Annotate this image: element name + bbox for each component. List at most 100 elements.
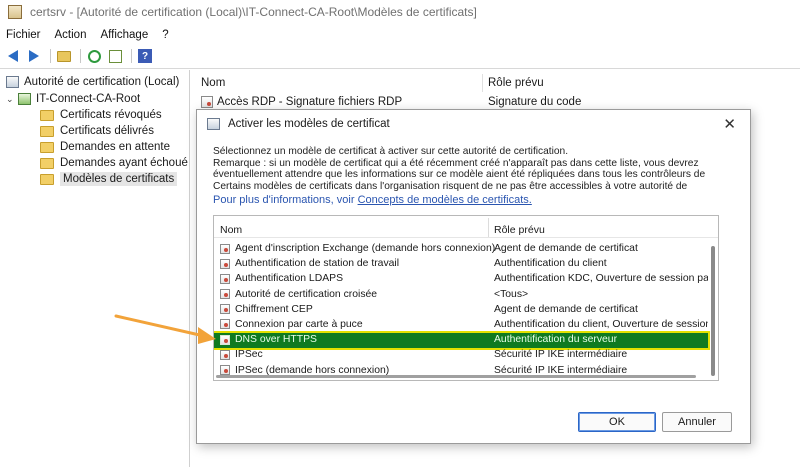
template-role: Authentification du client, Ouverture de… — [494, 318, 708, 330]
forward-button[interactable] — [25, 48, 43, 64]
template-row[interactable]: Autorité de certification croisée <Tous> — [214, 288, 708, 303]
template-name: Chiffrement CEP — [235, 303, 313, 315]
template-role: Sécurité IP IKE intermédiaire — [494, 364, 628, 376]
template-name-cell: IPSec — [220, 349, 263, 360]
menu-bar: Fichier Action Affichage ? — [0, 26, 183, 44]
certificate-template-icon — [220, 349, 230, 360]
more-info-prefix: Pour plus d'informations, voir — [213, 194, 358, 206]
template-row[interactable]: Chiffrement CEP Agent de demande de cert… — [214, 303, 708, 318]
template-row[interactable]: Agent d'inscription Exchange (demande ho… — [214, 242, 708, 257]
template-name: Agent d'inscription Exchange (demande ho… — [235, 243, 496, 254]
description-line: Certains modèles de certificats dans l'o… — [213, 180, 688, 192]
up-level-button[interactable] — [55, 48, 73, 64]
template-name-cell: DNS over HTTPS — [220, 334, 317, 345]
template-name-cell: Authentification LDAPS — [220, 273, 343, 284]
toolbar-separator — [50, 49, 51, 63]
template-name-cell: Connexion par carte à puce — [220, 319, 363, 330]
row-name: Accès RDP - Signature fichiers RDP — [217, 96, 403, 108]
template-row[interactable]: Authentification de station de travail A… — [214, 257, 708, 272]
annotation-arrow-icon — [114, 314, 216, 344]
tree-item-demandes-ayant-echoue[interactable]: Demandes ayant échoué — [40, 155, 188, 171]
enable-templates-dialog: Activer les modèles de certificat ✕ Séle… — [196, 109, 751, 444]
row-name-cell: Accès RDP - Signature fichiers RDP — [201, 96, 402, 108]
folder-up-icon — [57, 50, 71, 62]
template-row[interactable]: Authentification LDAPS Authentification … — [214, 272, 708, 287]
close-icon[interactable]: ✕ — [723, 115, 736, 133]
tree-root[interactable]: Autorité de certification (Local) — [6, 74, 179, 90]
template-role: Authentification KDC, Ouverture de sessi… — [494, 273, 708, 285]
dialog-title-bar[interactable]: Activer les modèles de certificat — [197, 110, 750, 138]
template-name: IPSec — [235, 349, 263, 361]
more-info-text: Pour plus d'informations, voir Concepts … — [213, 194, 532, 206]
folder-icon — [40, 157, 54, 169]
export-list-icon — [108, 49, 122, 63]
tree-item-certificats-revoques[interactable]: Certificats révoqués — [40, 107, 162, 123]
template-name-cell: Authentification de station de travail — [220, 258, 399, 269]
template-name: Autorité de certification croisée — [235, 288, 378, 300]
column-header-role[interactable]: Rôle prévu — [488, 77, 544, 89]
tree-item-label: Certificats révoqués — [60, 109, 162, 121]
tree-item-demandes-en-attente[interactable]: Demandes en attente — [40, 139, 170, 155]
template-list: Nom Rôle prévu Agent d'inscription Excha… — [213, 215, 719, 381]
template-row-selected[interactable]: DNS over HTTPS Authentification du serve… — [214, 331, 710, 351]
vertical-scrollbar[interactable] — [711, 246, 715, 376]
column-separator[interactable] — [488, 218, 489, 237]
certificate-authority-icon — [207, 118, 220, 130]
description-line: Remarque : si un modèle de certificat qu… — [213, 157, 699, 169]
refresh-icon — [87, 49, 101, 63]
template-list-body: Agent d'inscription Exchange (demande ho… — [214, 242, 710, 379]
tree-ca-node[interactable]: ⌄ IT-Connect-CA-Root — [6, 91, 140, 107]
row-role: Signature du code — [488, 96, 582, 108]
column-header-nom[interactable]: Nom — [201, 77, 225, 89]
horizontal-scrollbar[interactable] — [216, 375, 696, 378]
title-bar: certsrv - [Autorité de certification (Lo… — [0, 0, 800, 24]
tree-root-label: Autorité de certification (Local) — [24, 76, 180, 88]
menu-help[interactable]: ? — [162, 29, 168, 41]
help-button[interactable]: ? — [136, 48, 154, 64]
folder-icon — [40, 173, 54, 185]
dialog-title: Activer les modèles de certificat — [228, 118, 390, 130]
template-name: IPSec (demande hors connexion) — [235, 364, 390, 376]
column-header-role[interactable]: Rôle prévu — [494, 224, 545, 236]
folder-icon — [40, 141, 54, 153]
folder-icon — [40, 109, 54, 121]
menu-action[interactable]: Action — [55, 29, 87, 41]
forward-arrow-icon — [29, 50, 39, 62]
menu-fichier[interactable]: Fichier — [6, 29, 41, 41]
tree-item-label: Modèles de certificats — [60, 172, 178, 186]
template-row[interactable]: Connexion par carte à puce Authentificat… — [214, 318, 708, 333]
folder-icon — [40, 125, 54, 137]
template-role: Authentification du serveur — [494, 334, 618, 346]
chevron-down-icon[interactable]: ⌄ — [6, 94, 16, 105]
help-icon: ? — [138, 49, 152, 63]
tree-item-label: Demandes en attente — [60, 141, 170, 153]
menu-affichage[interactable]: Affichage — [100, 29, 148, 41]
description-line: éventuellement attendre que les informat… — [213, 169, 706, 180]
template-row[interactable]: IPSec Sécurité IP IKE intermédiaire — [214, 348, 708, 363]
tree-ca-label: IT-Connect-CA-Root — [36, 93, 141, 105]
certificate-template-icon — [220, 273, 230, 284]
export-list-button[interactable] — [106, 48, 124, 64]
pane-divider — [0, 68, 800, 69]
certificate-template-icon — [220, 258, 230, 269]
concepts-link[interactable]: Concepts de modèles de certificats. — [358, 194, 532, 206]
column-separator[interactable] — [482, 74, 483, 92]
template-role: Agent de demande de certificat — [494, 243, 638, 254]
certificate-authority-icon — [6, 76, 19, 88]
refresh-button[interactable] — [85, 48, 103, 64]
ok-button[interactable]: OK — [578, 412, 656, 432]
tree-item-label: Certificats délivrés — [60, 125, 154, 137]
tree-item-modeles-de-certificats[interactable]: Modèles de certificats — [40, 171, 178, 187]
certificate-template-icon — [220, 365, 230, 375]
cancel-button[interactable]: Annuler — [662, 412, 732, 432]
console-tree: Autorité de certification (Local) ⌄ IT-C… — [0, 70, 190, 467]
template-name: Authentification de station de travail — [235, 258, 400, 270]
back-button[interactable] — [4, 48, 22, 64]
toolbar-separator — [80, 49, 81, 63]
column-header-nom[interactable]: Nom — [220, 224, 242, 236]
toolbar: ? — [0, 46, 157, 66]
template-name-cell: IPSec (demande hors connexion) — [220, 365, 389, 376]
tree-item-certificats-delivres[interactable]: Certificats délivrés — [40, 123, 154, 139]
toolbar-separator — [131, 49, 132, 63]
template-role: Agent de demande de certificat — [494, 303, 638, 315]
